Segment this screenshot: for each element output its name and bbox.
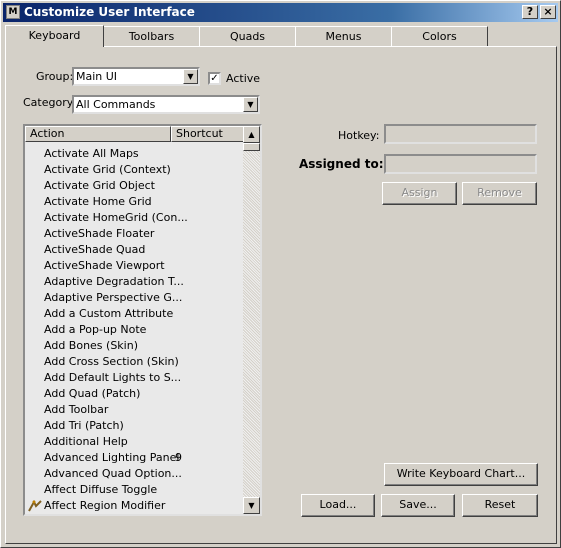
list-item[interactable]: Add Default Lights to S... [25, 370, 244, 386]
list-body: Activate All Maps Activate Grid (Context… [25, 142, 244, 514]
list-item[interactable]: Add Toolbar [25, 402, 244, 418]
list-item[interactable]: Activate HomeGrid (Con... [25, 210, 244, 226]
actions-list[interactable]: Action Shortcut Activate All Maps Activa… [23, 124, 262, 516]
write-keyboard-chart-button[interactable]: Write Keyboard Chart... [384, 463, 538, 486]
action-label: Add Cross Section (Skin) [44, 355, 179, 368]
list-item[interactable]: Add Tri (Patch) [25, 418, 244, 434]
action-label: Activate HomeGrid (Con... [44, 211, 188, 224]
assigned-to-field [384, 154, 537, 174]
action-label: Activate Grid Object [44, 179, 155, 192]
action-label: Add Toolbar [44, 403, 109, 416]
tab-toolbars[interactable]: Toolbars [103, 26, 200, 46]
list-item[interactable]: Advanced Quad Option... [25, 466, 244, 482]
list-item[interactable]: Adaptive Perspective G... [25, 290, 244, 306]
list-item[interactable]: ActiveShade Quad [25, 242, 244, 258]
action-label: Activate Grid (Context) [44, 163, 171, 176]
action-label: Add a Custom Attribute [44, 307, 174, 320]
affect-region-icon [28, 499, 42, 514]
list-item[interactable]: Advanced Lighting Panel 9 [25, 450, 244, 466]
group-value: Main UI [76, 70, 118, 83]
list-item[interactable]: Additional Help [25, 434, 244, 450]
action-label: Activate All Maps [44, 147, 139, 160]
action-label: Add a Pop-up Note [44, 323, 147, 336]
action-label: Adaptive Degradation T... [44, 275, 184, 288]
list-item[interactable]: ActiveShade Viewport [25, 258, 244, 274]
action-label: Add Bones (Skin) [44, 339, 138, 352]
action-label: ActiveShade Floater [44, 227, 155, 240]
category-value: All Commands [76, 98, 156, 111]
list-item[interactable]: Add Quad (Patch) [25, 386, 244, 402]
active-checkbox[interactable]: ✓ [208, 72, 221, 85]
tab-strip: Keyboard Toolbars Quads Menus Colors [5, 25, 558, 47]
list-item[interactable]: Adaptive Degradation T... [25, 274, 244, 290]
group-label: Group: [36, 70, 74, 83]
action-label: Add Quad (Patch) [44, 387, 141, 400]
action-label: Add Default Lights to S... [44, 371, 182, 384]
list-header: Action Shortcut [25, 126, 244, 142]
group-select[interactable]: Main UI ▼ [72, 67, 200, 86]
app-icon: M [6, 5, 20, 19]
action-label: Advanced Lighting Panel [44, 451, 180, 464]
list-scrollbar[interactable]: ▲ ▼ [243, 126, 260, 514]
tab-colors[interactable]: Colors [391, 26, 488, 46]
chevron-down-icon[interactable]: ▼ [243, 97, 258, 112]
scroll-thumb[interactable] [243, 143, 260, 151]
action-label: Additional Help [44, 435, 128, 448]
save-button[interactable]: Save... [381, 494, 455, 517]
scroll-up-icon[interactable]: ▲ [243, 126, 260, 143]
close-button[interactable]: × [540, 5, 556, 19]
list-item[interactable]: Affect Diffuse Toggle [25, 482, 244, 498]
list-item[interactable]: Activate Grid (Context) [25, 162, 244, 178]
title-bar[interactable]: M Customize User Interface ? × [3, 3, 558, 22]
scroll-down-icon[interactable]: ▼ [243, 497, 260, 514]
active-label: Active [226, 72, 261, 85]
action-label: Affect Diffuse Toggle [44, 483, 158, 496]
action-label: Activate Home Grid [44, 195, 152, 208]
hotkey-label: Hotkey: [338, 129, 380, 142]
action-label: Add Tri (Patch) [44, 419, 124, 432]
column-shortcut[interactable]: Shortcut [171, 126, 244, 142]
column-action[interactable]: Action [25, 126, 171, 142]
list-item[interactable]: Activate Grid Object [25, 178, 244, 194]
action-label: Affect Region Modifier [44, 499, 166, 512]
action-label: ActiveShade Viewport [44, 259, 165, 272]
category-label: Category: [23, 96, 77, 109]
list-item[interactable]: Add a Custom Attribute [25, 306, 244, 322]
customize-ui-window: M Customize User Interface ? × Keyboard … [0, 0, 561, 548]
list-item[interactable]: Add Cross Section (Skin) [25, 354, 244, 370]
list-item[interactable]: Activate Home Grid [25, 194, 244, 210]
action-label: ActiveShade Quad [44, 243, 146, 256]
list-item[interactable]: ActiveShade Floater [25, 226, 244, 242]
list-item[interactable]: Add Bones (Skin) [25, 338, 244, 354]
category-select[interactable]: All Commands ▼ [72, 95, 260, 114]
remove-button[interactable]: Remove [462, 182, 537, 205]
action-label: Adaptive Perspective G... [44, 291, 183, 304]
hotkey-input[interactable] [384, 124, 537, 144]
chevron-down-icon[interactable]: ▼ [183, 69, 198, 84]
list-item[interactable]: Affect Region Modifier [25, 498, 244, 514]
window-title: Customize User Interface [24, 5, 195, 19]
action-label: Advanced Quad Option... [44, 467, 182, 480]
load-button[interactable]: Load... [301, 494, 375, 517]
tab-menus[interactable]: Menus [295, 26, 392, 46]
shortcut-label: 9 [175, 451, 182, 464]
list-item[interactable]: Add a Pop-up Note [25, 322, 244, 338]
tab-quads[interactable]: Quads [199, 26, 296, 46]
reset-button[interactable]: Reset [462, 494, 538, 517]
help-button[interactable]: ? [522, 5, 538, 19]
list-item[interactable]: Activate All Maps [25, 146, 244, 162]
assigned-to-label: Assigned to: [299, 157, 384, 171]
assign-button[interactable]: Assign [382, 182, 457, 205]
tab-keyboard[interactable]: Keyboard [5, 25, 104, 47]
